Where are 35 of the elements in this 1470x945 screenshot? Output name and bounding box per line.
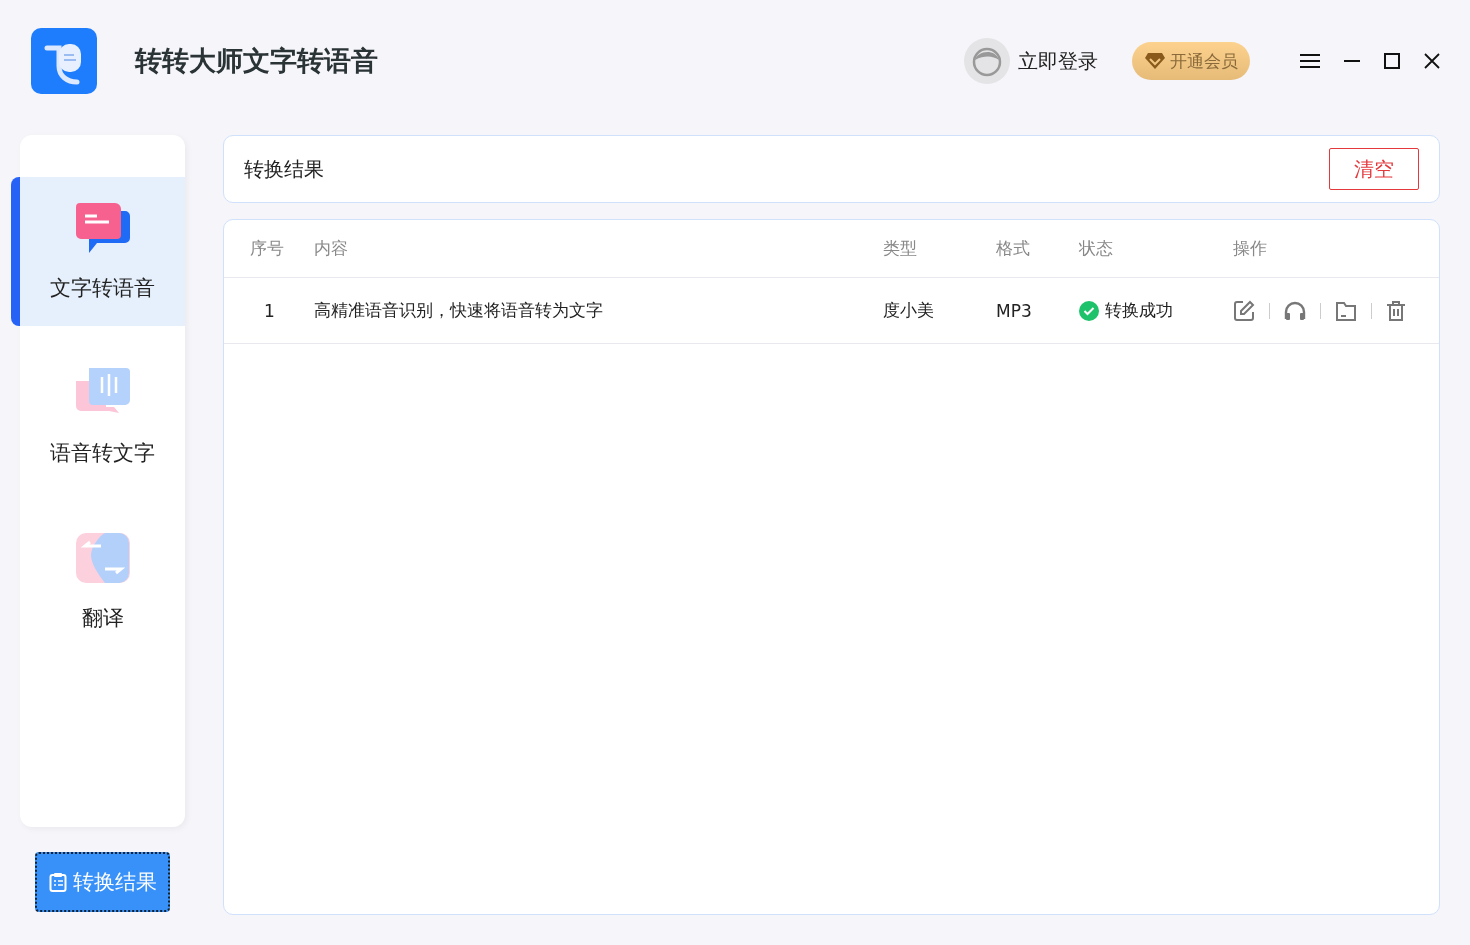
table-cell-text: 高精准语音识别，快速将语音转为文字 [314, 299, 604, 322]
app-logo-icon [31, 28, 97, 94]
column-header: 格式 [996, 237, 1031, 260]
column-header: 类型 [883, 237, 918, 260]
clipboard-icon [48, 872, 67, 892]
trash-icon[interactable] [1386, 299, 1406, 322]
column-header: 序号 [249, 237, 285, 260]
login-link[interactable]: 立即登录 [1018, 47, 1098, 75]
headphones-icon[interactable] [1284, 300, 1306, 321]
sidebar-label: 翻译 [81, 604, 124, 632]
chat-bubbles-icon [74, 201, 131, 254]
column-header: 内容 [314, 237, 349, 260]
close-icon[interactable] [1424, 53, 1440, 69]
edit-icon[interactable] [1233, 299, 1255, 322]
menu-icon[interactable] [1300, 53, 1320, 69]
panel-title: 转换结果 [244, 155, 324, 183]
column-header: 操作 [1233, 237, 1267, 260]
column-header: 状态 [1079, 237, 1114, 260]
maximize-icon[interactable] [1384, 53, 1400, 69]
sidebar-label: 文字转语音 [50, 274, 155, 302]
sidebar-item[interactable]: 语音转文字 [20, 342, 185, 491]
clear-button[interactable]: 清空 [1329, 148, 1419, 190]
table-cell-text: 1 [263, 300, 276, 321]
status-text: 转换成功 [1105, 299, 1173, 322]
table-cell-text: MP3 [996, 300, 1033, 321]
sidebar-item[interactable]: 文字转语音 [11, 177, 185, 326]
app-title: 转转大师文字转语音 [135, 44, 378, 78]
diamond-icon [1144, 52, 1166, 70]
success-check-icon [1079, 300, 1099, 321]
translate-arrows-icon [74, 531, 131, 584]
sidebar-label: 语音转文字 [50, 439, 155, 467]
table-cell-text: 度小美 [883, 299, 935, 322]
avatar-icon [964, 38, 1010, 84]
sidebar-item[interactable]: 翻译 [20, 507, 185, 656]
folder-icon[interactable] [1335, 299, 1357, 322]
